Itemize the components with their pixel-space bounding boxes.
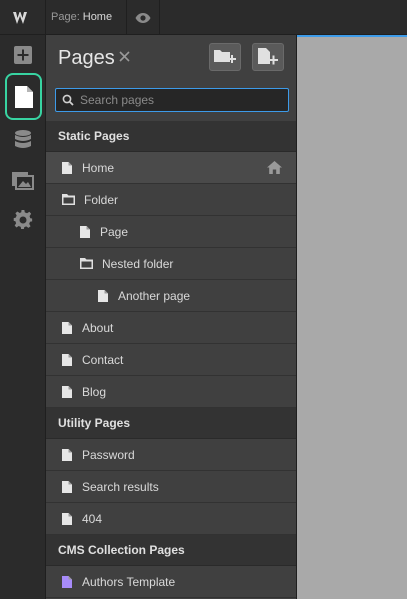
page-list-item[interactable]: Search results — [46, 471, 296, 503]
gear-icon — [13, 210, 33, 229]
page-list-item[interactable]: Another page — [46, 280, 296, 312]
page-list-item[interactable]: Authors Template — [46, 566, 296, 598]
page-icon — [98, 290, 108, 305]
close-panel-button[interactable] — [119, 49, 130, 67]
pages-panel-button[interactable] — [5, 73, 42, 120]
add-page-button[interactable] — [252, 43, 284, 71]
cms-panel-button[interactable] — [6, 123, 40, 157]
home-icon — [267, 161, 282, 177]
page-list-item[interactable]: Password — [46, 439, 296, 471]
top-bar: Page: Home — [0, 0, 407, 35]
page-list-item-label: Folder — [84, 193, 119, 207]
page-list-item[interactable]: Nested folder — [46, 248, 296, 280]
add-folder-button[interactable] — [209, 43, 241, 71]
panel-header: Pages — [46, 35, 296, 81]
cms-icon — [15, 130, 31, 148]
section-header: Utility Pages — [46, 408, 296, 439]
design-canvas[interactable] — [297, 35, 407, 599]
assets-icon — [12, 172, 34, 190]
page-icon — [62, 162, 72, 177]
search-input[interactable] — [80, 89, 285, 111]
eye-icon — [135, 12, 151, 23]
page-list-item[interactable]: Page — [46, 216, 296, 248]
page-icon — [62, 322, 72, 337]
add-page-icon — [258, 48, 278, 65]
page-list-item-label: Blog — [82, 385, 107, 399]
page-icon — [62, 513, 72, 528]
page-list-item[interactable]: Contact — [46, 344, 296, 376]
page-icon — [62, 449, 72, 464]
section-header: Static Pages — [46, 121, 296, 152]
close-icon — [119, 51, 130, 62]
page-icon — [62, 386, 72, 401]
webflow-logo-icon — [12, 11, 27, 24]
page-list-item[interactable]: Folder — [46, 184, 296, 216]
page-list-item-label: 404 — [82, 512, 103, 526]
pages-list: Static Pages Home Folder Page Nested folder A… — [46, 121, 296, 598]
page-list-item-label: Password — [82, 448, 135, 462]
left-toolbar — [0, 35, 46, 599]
panel-title: Pages — [58, 47, 115, 69]
canvas-top-edge — [297, 35, 407, 37]
cms-page-icon — [62, 576, 72, 591]
page-list-item[interactable]: About — [46, 312, 296, 344]
pages-icon — [14, 85, 33, 108]
settings-panel-button[interactable] — [6, 203, 40, 237]
search-icon — [62, 94, 74, 106]
webflow-logo[interactable] — [0, 0, 46, 35]
folder-icon — [80, 258, 93, 272]
add-folder-icon — [214, 50, 236, 63]
page-list-item-label: Contact — [82, 353, 124, 367]
page-icon — [62, 481, 72, 496]
page-value: Home — [82, 11, 113, 23]
page-icon — [80, 226, 90, 241]
page-icon — [62, 354, 72, 369]
page-list-item-label: About — [82, 321, 114, 335]
add-panel-button[interactable] — [6, 38, 40, 72]
page-list-item-label: Nested folder — [102, 257, 174, 271]
page-list-item[interactable]: 404 — [46, 503, 296, 535]
page-label: Page: — [51, 11, 80, 23]
page-list-item-label: Search results — [82, 480, 159, 494]
preview-button[interactable] — [126, 0, 160, 35]
page-list-item-label: Another page — [118, 289, 191, 303]
section-header: CMS Collection Pages — [46, 535, 296, 566]
page-list-item-label: Page — [100, 225, 129, 239]
page-list-item[interactable]: Home — [46, 152, 296, 184]
page-list-item-label: Home — [82, 161, 115, 175]
add-icon — [14, 46, 32, 64]
pages-panel: Pages Static PagesHomeF — [46, 35, 297, 599]
search-box[interactable] — [55, 88, 289, 112]
page-list-item[interactable]: Blog — [46, 376, 296, 408]
assets-panel-button[interactable] — [6, 163, 40, 197]
folder-icon — [62, 194, 75, 208]
page-list-item-label: Authors Template — [82, 575, 176, 589]
current-page-indicator[interactable]: Page: Home — [51, 0, 112, 35]
